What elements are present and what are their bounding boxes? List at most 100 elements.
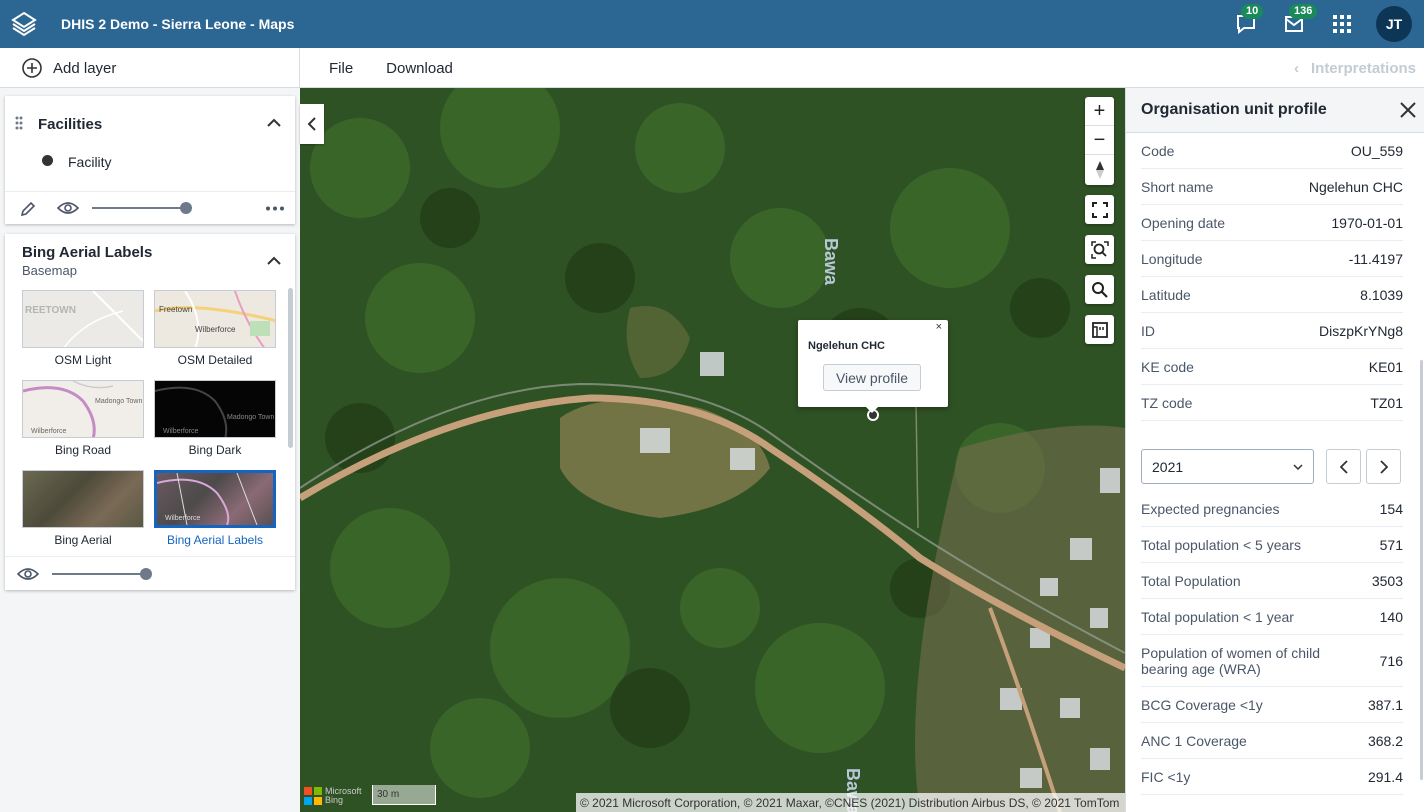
data-row: Total population < 1 year 140	[1141, 599, 1403, 635]
messages-icon[interactable]: 136	[1270, 0, 1318, 48]
compass-icon	[1095, 160, 1104, 179]
attr-value: 1970-01-01	[1331, 214, 1403, 231]
bing-logo: Microsoft Bing	[304, 787, 365, 805]
chevron-up-icon[interactable]	[267, 256, 281, 266]
close-icon[interactable]	[1398, 100, 1418, 120]
more-options-icon[interactable]	[265, 206, 285, 211]
facilities-layer-title: Facilities	[38, 116, 103, 133]
attr-key: Short name	[1141, 178, 1214, 195]
bing-aerial-labels-thumb-label: Wilberforce	[165, 515, 201, 522]
data-row: Total Population 3503	[1141, 563, 1403, 599]
basemap-option-osm-light[interactable]: REETOWN OSM Light	[22, 290, 144, 367]
attr-value: -11.4197	[1348, 250, 1403, 267]
basemap-option-bing-aerial[interactable]: Bing Aerial	[22, 470, 144, 547]
profile-scrollbar[interactable]	[1420, 360, 1423, 780]
attr-row-ke-code: KE code KE01	[1141, 349, 1403, 385]
chevron-up-icon[interactable]	[267, 118, 281, 128]
layers-scrollbar[interactable]	[288, 288, 293, 448]
previous-year-button[interactable]	[1326, 449, 1361, 484]
data-row: BCG Coverage <1y 387.1	[1141, 687, 1403, 723]
basemap-opacity-knob[interactable]	[140, 568, 152, 580]
basemap-option-osm-detailed[interactable]: Freetown Wilberforce OSM Detailed	[154, 290, 276, 367]
osm-light-label: OSM Light	[54, 353, 112, 367]
attr-row-short-name: Short name Ngelehun CHC	[1141, 169, 1403, 205]
bing-dark-thumb-label: Madongo Town	[227, 414, 275, 421]
view-profile-button[interactable]: View profile	[823, 364, 921, 391]
attr-row-longitude: Longitude -11.4197	[1141, 241, 1403, 277]
toolbar: Add layer File Download ‹ Interpretation…	[0, 48, 1424, 88]
app-header: DHIS 2 Demo - Sierra Leone - Maps 10 136…	[0, 0, 1424, 48]
chevron-down-icon	[1293, 463, 1303, 470]
attr-key: ID	[1141, 322, 1155, 339]
basemap-option-bing-road[interactable]: Madongo Town Wilberforce Bing Road	[22, 380, 144, 457]
attr-key: Opening date	[1141, 214, 1226, 231]
file-menu[interactable]: File	[329, 60, 353, 77]
data-key: Expected pregnancies	[1141, 500, 1280, 517]
fullscreen-button[interactable]	[1085, 195, 1114, 224]
data-key: ANC 1 Coverage	[1141, 732, 1247, 749]
drag-handle-icon[interactable]	[15, 116, 23, 130]
facilities-opacity-knob[interactable]	[180, 202, 192, 214]
year-select[interactable]: 2021	[1141, 449, 1314, 484]
facility-legend-dot	[42, 155, 53, 166]
popup-close-button[interactable]: ×	[936, 321, 942, 333]
basemap-option-bing-aerial-labels[interactable]: Wilberforce Bing Aerial Labels	[154, 470, 276, 547]
bing-logo-text: Microsoft Bing	[325, 786, 362, 805]
basemap-opacity-slider[interactable]	[52, 573, 146, 575]
basemap-layer-footer	[5, 556, 295, 590]
bing-dark-label: Bing Dark	[188, 443, 242, 457]
bing-aerial-thumbnail	[22, 470, 144, 528]
bing-road-label: Bing Road	[54, 443, 112, 457]
apps-grid-icon[interactable]	[1318, 0, 1366, 48]
data-row: FIC <1y 291.4	[1141, 759, 1403, 795]
data-key: Total Population	[1141, 572, 1241, 589]
download-menu[interactable]: Download	[386, 60, 453, 77]
data-key: Total population < 5 years	[1141, 536, 1301, 553]
data-row: ANC 1 Coverage 368.2	[1141, 723, 1403, 759]
data-row: Expected pregnancies 154	[1141, 491, 1403, 527]
data-key: BCG Coverage <1y	[1141, 696, 1263, 713]
year-select-value: 2021	[1152, 458, 1184, 475]
microsoft-logo-icon	[304, 787, 322, 805]
bing-dark-thumb-label-2: Wilberforce	[163, 428, 199, 435]
facilities-layer-footer	[5, 191, 295, 224]
zoom-out-button[interactable]: −	[1085, 126, 1114, 155]
add-layer-button[interactable]: Add layer	[0, 48, 300, 88]
basemap-layer-subtitle: Basemap	[22, 263, 77, 278]
measure-button[interactable]	[1085, 315, 1114, 344]
bing-aerial-label: Bing Aerial	[54, 533, 112, 547]
data-value: 368.2	[1367, 732, 1403, 749]
visibility-eye-icon[interactable]	[17, 566, 39, 582]
zoom-in-button[interactable]: +	[1085, 97, 1114, 126]
user-avatar[interactable]: JT	[1376, 6, 1412, 42]
data-value: 3503	[1371, 572, 1403, 589]
interpretations-toggle[interactable]: ‹ Interpretations	[1294, 48, 1416, 88]
data-value: 154	[1379, 500, 1403, 517]
bing-aerial-labels-thumbnail: Wilberforce	[154, 470, 276, 528]
basemap-option-bing-dark[interactable]: Madongo Town Wilberforce Bing Dark	[154, 380, 276, 457]
data-value: 716	[1379, 652, 1403, 669]
facilities-opacity-slider[interactable]	[92, 207, 186, 209]
interpretations-label: Interpretations	[1310, 59, 1416, 77]
attr-row-id: ID DiszpKrYNg8	[1141, 313, 1403, 349]
zoom-extent-icon	[1090, 240, 1109, 259]
edit-pencil-icon[interactable]	[19, 200, 37, 218]
attr-value: OU_559	[1350, 142, 1403, 159]
data-key: FIC <1y	[1141, 768, 1191, 785]
zoom-to-content-button[interactable]	[1085, 235, 1114, 264]
interpretations-icon[interactable]: 10	[1222, 0, 1270, 48]
dhis2-logo-icon[interactable]	[0, 0, 48, 48]
visibility-eye-icon[interactable]	[57, 200, 79, 216]
reset-north-button[interactable]	[1085, 155, 1114, 184]
data-row: Population of women of child bearing age…	[1141, 635, 1403, 687]
collapse-layers-button[interactable]	[300, 104, 324, 144]
next-year-button[interactable]	[1366, 449, 1401, 484]
map-canvas[interactable]: Bawa Bawa	[300, 88, 1125, 812]
zoom-controls: + −	[1085, 97, 1114, 185]
river-label-top: Bawa	[821, 238, 841, 286]
add-layer-label: Add layer	[53, 59, 117, 77]
bing-road-thumb-label: Madongo Town	[95, 398, 143, 405]
data-row: Total population < 5 years 571	[1141, 527, 1403, 563]
search-button[interactable]	[1085, 275, 1114, 304]
data-value: 291.4	[1367, 768, 1403, 785]
